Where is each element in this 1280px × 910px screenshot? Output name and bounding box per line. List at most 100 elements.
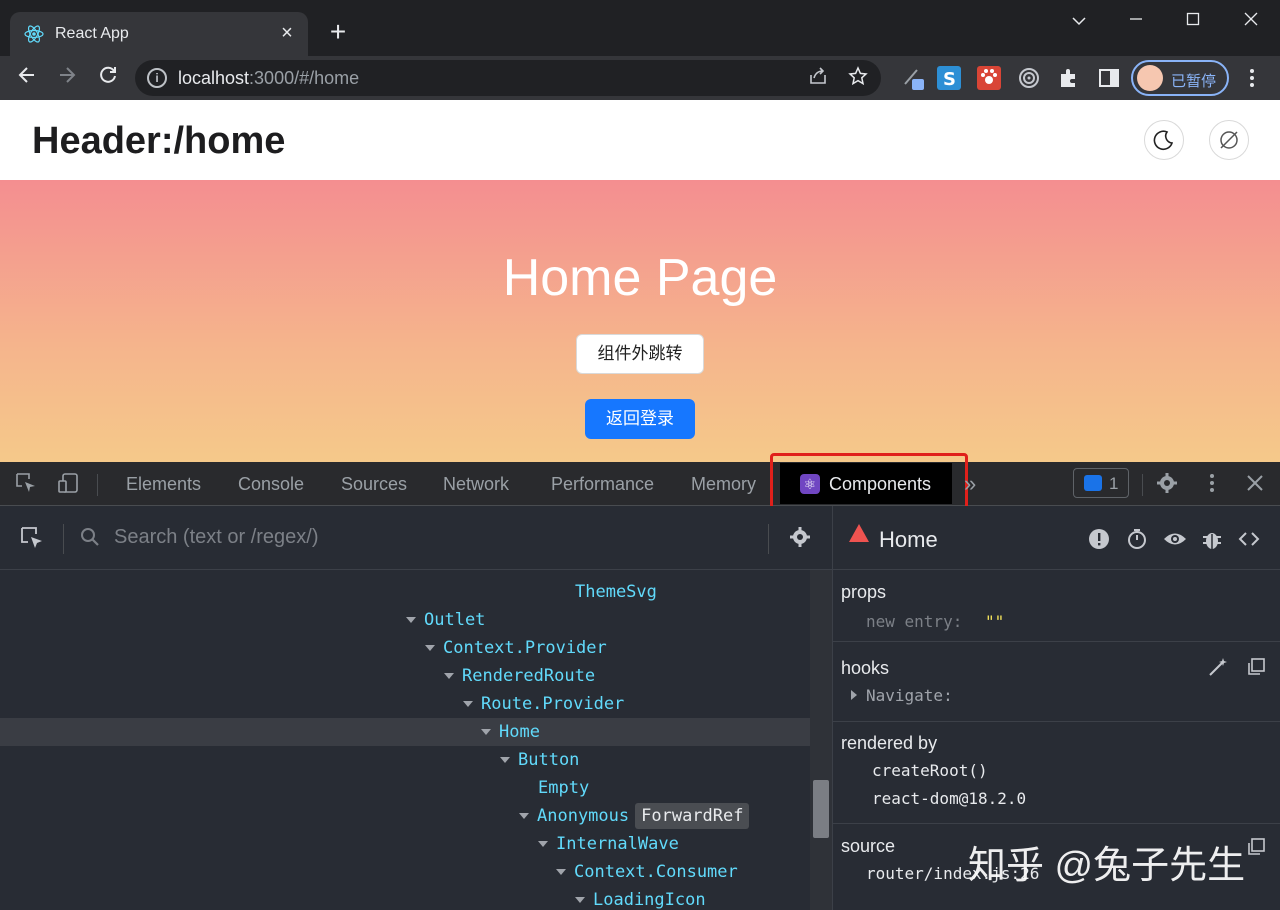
copy-source-icon[interactable] — [1245, 836, 1267, 858]
web-page: Header:/home Home Page 组件外跳转 返回登录 — [0, 100, 1280, 462]
hook-navigate[interactable]: Navigate: — [866, 686, 953, 705]
tab-elements[interactable]: Elements — [126, 474, 201, 495]
props-new-entry-key[interactable]: new entry: — [866, 612, 962, 631]
tab-close-icon[interactable]: × — [276, 22, 298, 44]
profile-status-label: 已暂停 — [1171, 73, 1217, 90]
tree-scrollbar[interactable] — [810, 570, 832, 910]
issues-counter-button[interactable]: 1 — [1073, 468, 1129, 498]
tree-node-renderedroute[interactable]: RenderedRoute — [444, 662, 595, 690]
devtools-close-icon[interactable] — [1243, 472, 1267, 496]
new-tab-button[interactable]: + — [324, 18, 352, 46]
url-text: localhost:3000/#/home — [178, 68, 360, 88]
address-bar[interactable]: i localhost:3000/#/home — [135, 60, 881, 96]
tree-node-anonymous[interactable]: Anonymous ForwardRef — [519, 802, 750, 830]
tree-node-themesvg[interactable]: ThemeSvg — [575, 578, 657, 606]
header-title: Header:/home — [32, 120, 286, 162]
expand-arrow-icon[interactable] — [481, 729, 491, 735]
devtools-settings-gear-icon[interactable] — [1155, 472, 1179, 496]
copy-hooks-icon[interactable] — [1245, 656, 1267, 678]
more-tabs-icon[interactable]: » — [964, 471, 976, 497]
back-arrow-icon[interactable] — [11, 62, 43, 94]
suspend-timer-icon[interactable] — [1126, 528, 1148, 550]
devtools-menu-icon[interactable] — [1200, 472, 1224, 496]
react-components-icon: ⚛ — [800, 474, 820, 494]
search-input[interactable]: Search (text or /regex/) — [114, 526, 319, 549]
eye-off-icon — [1220, 131, 1238, 149]
tree-node-context-provider[interactable]: Context.Provider — [425, 634, 607, 662]
tab-components[interactable]: ⚛ Components — [780, 463, 952, 504]
s-extension-icon[interactable]: S — [937, 66, 961, 90]
back-to-login-button[interactable]: 返回登录 — [585, 399, 695, 439]
inspect-element-icon[interactable] — [14, 472, 38, 496]
props-new-entry-value[interactable]: "" — [985, 612, 1004, 631]
warning-icon — [849, 524, 869, 542]
reload-icon[interactable] — [92, 62, 124, 94]
view-source-code-icon[interactable] — [1238, 528, 1260, 550]
expand-arrow-icon[interactable] — [851, 690, 857, 700]
expand-arrow-icon[interactable] — [444, 673, 454, 679]
expand-arrow-icon[interactable] — [425, 645, 435, 651]
tree-node-empty[interactable]: Empty — [538, 774, 589, 802]
device-toolbar-icon[interactable] — [56, 472, 80, 496]
tree-node-route-provider[interactable]: Route.Provider — [463, 690, 624, 718]
props-section: props new entry: "" — [833, 570, 1280, 642]
expand-arrow-icon[interactable] — [406, 617, 416, 623]
expand-arrow-icon[interactable] — [538, 841, 548, 847]
divider — [1142, 474, 1143, 496]
inspect-dom-eye-icon[interactable] — [1163, 528, 1186, 550]
window-close-icon[interactable] — [1228, 8, 1274, 32]
expand-arrow-icon[interactable] — [556, 869, 566, 875]
browser-menu-icon[interactable] — [1240, 66, 1264, 90]
pen-extension-icon[interactable] — [901, 66, 925, 90]
scrollbar-thumb[interactable] — [813, 780, 829, 838]
rendered-by-title: rendered by — [841, 733, 938, 753]
tree-settings-gear-icon[interactable] — [788, 526, 812, 550]
tab-console[interactable]: Console — [238, 474, 304, 495]
tree-node-loadingicon[interactable]: LoadingIcon — [575, 886, 706, 910]
tab-search-chevron-icon[interactable] — [1056, 8, 1102, 32]
tab-sources[interactable]: Sources — [341, 474, 407, 495]
tree-node-outlet[interactable]: Outlet — [406, 606, 485, 634]
tree-node-context-consumer[interactable]: Context.Consumer — [556, 858, 738, 886]
tab-network[interactable]: Network — [443, 474, 509, 495]
tab-performance[interactable]: Performance — [551, 474, 654, 495]
rendered-by-create-root[interactable]: createRoot() — [872, 761, 988, 780]
color-toggle-button[interactable] — [1209, 120, 1249, 160]
share-icon[interactable] — [806, 66, 830, 90]
expand-arrow-icon[interactable] — [463, 701, 473, 707]
tree-node-home[interactable]: Home — [481, 718, 540, 746]
hooks-title: hooks — [841, 658, 890, 678]
theme-toggle-button[interactable] — [1144, 120, 1184, 160]
browser-tab[interactable]: React App × — [10, 12, 308, 56]
maximize-icon[interactable] — [1170, 8, 1216, 32]
forward-arrow-icon[interactable] — [51, 62, 83, 94]
target-extension-icon[interactable] — [1017, 66, 1041, 90]
expand-arrow-icon[interactable] — [519, 813, 529, 819]
expand-arrow-icon[interactable] — [575, 897, 585, 903]
paw-extension-icon[interactable] — [977, 66, 1001, 90]
svg-text:S: S — [943, 69, 956, 90]
hero-section: Home Page 组件外跳转 返回登录 — [0, 180, 1280, 462]
tab-memory[interactable]: Memory — [691, 474, 756, 495]
rendered-by-react-dom[interactable]: react-dom@18.2.0 — [872, 789, 1026, 808]
watermark: 知乎 @兔子先生 — [968, 845, 1246, 887]
minimize-icon[interactable] — [1113, 8, 1159, 32]
props-title: props — [841, 582, 887, 602]
outer-jump-button[interactable]: 组件外跳转 — [576, 334, 704, 374]
error-boundary-icon[interactable] — [1088, 528, 1110, 550]
extensions-puzzle-icon[interactable] — [1057, 66, 1081, 90]
site-info-icon[interactable]: i — [147, 68, 167, 88]
component-tree: ThemeSvg Outlet Context.Provider Rendere… — [0, 570, 810, 910]
select-element-icon[interactable] — [20, 526, 44, 550]
log-bug-icon[interactable] — [1201, 528, 1223, 550]
tree-node-button[interactable]: Button — [500, 746, 579, 774]
browser-titlebar: React App × + — [0, 0, 1280, 56]
expand-arrow-icon[interactable] — [500, 757, 510, 763]
component-tree-pane: Search (text or /regex/) ThemeSvg Outlet… — [0, 506, 832, 910]
search-icon — [78, 526, 102, 550]
magic-wand-icon[interactable] — [1207, 656, 1229, 678]
tree-node-internalwave[interactable]: InternalWave — [538, 830, 679, 858]
side-panel-icon[interactable] — [1097, 66, 1121, 90]
profile-button[interactable]: 已暂停 — [1131, 60, 1229, 96]
bookmark-star-icon[interactable] — [846, 66, 870, 90]
